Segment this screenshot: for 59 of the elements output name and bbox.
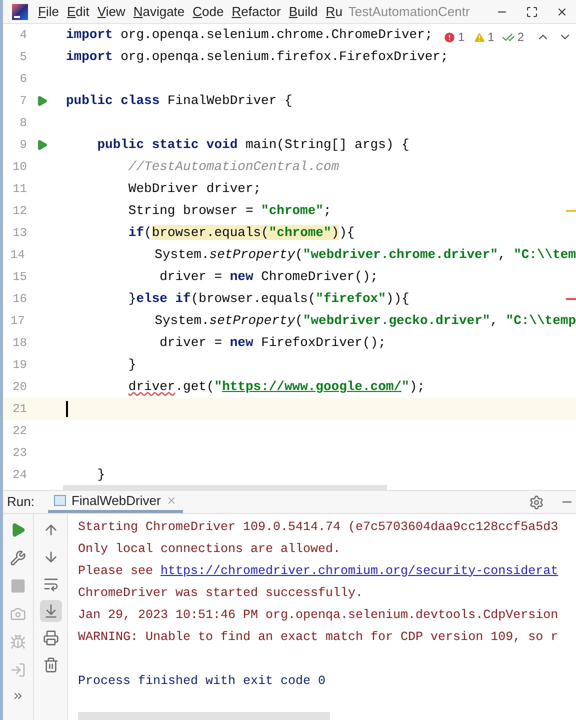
code-line: import org.openqa.selenium.chrome.ChromeDriver; (66, 26, 433, 44)
code-line: } (96, 466, 106, 484)
code-line: driver = new FirefoxDriver(); (158, 334, 386, 352)
menu-item[interactable]: Navigate (133, 2, 185, 22)
line-number: 9 (18, 137, 27, 154)
code-line: WebDriver driver; (127, 180, 262, 198)
menu-item[interactable]: Ru (326, 2, 342, 22)
console-line: Jan 29, 2023 10:51:46 PM org.openqa.selenium.devtools.CdpVersion (78, 606, 560, 624)
code-line: driver.get("https://www.google.com/"); (127, 378, 425, 396)
console-line: WARNING: Unable to find an exact match for CDP version 109, so r (78, 628, 560, 646)
console-line: Please see https://chromedriver.chromium.org/security-considerat (78, 560, 576, 582)
console-link[interactable]: https://chromedriver.chromium.org/security-considerat (160, 562, 558, 580)
window-title: TestAutomationCentr (348, 2, 470, 21)
menu-item[interactable]: View (97, 2, 126, 22)
line-number: 7 (18, 93, 27, 110)
code-line: if(browser.equals("chrome")){ (127, 224, 355, 242)
console-line: Process finished with exit code 0 (78, 672, 327, 690)
inspection-count: 1 (458, 29, 465, 46)
line-number: 10 (12, 159, 27, 176)
menu-item[interactable]: Edit (66, 2, 90, 22)
console-line: ChromeDriver was started successfully. (78, 584, 364, 602)
console-line: Starting ChromeDriver 109.0.5414.74 (e7c5703604daa9cc128ccf5a5d3 (78, 518, 560, 536)
line-number: 20 (12, 379, 27, 396)
line-number: 22 (12, 423, 27, 440)
menu-item[interactable]: File (38, 2, 59, 22)
line-number: 14 (9, 247, 25, 264)
line-number: 23 (12, 445, 27, 462)
code-line: } (127, 356, 136, 374)
code-line: //TestAutomationCentral.com (127, 158, 340, 176)
line-number: 19 (12, 357, 27, 374)
line-number: 13 (12, 225, 27, 242)
code-line: System.setProperty("webdriver.chrome.driver", "C:\\tem (154, 246, 576, 264)
code-line: driver = new ChromeDriver(); (158, 268, 378, 286)
line-number: 8 (18, 115, 27, 132)
line-number: 21 (12, 401, 27, 418)
line-number: 15 (12, 269, 27, 286)
line-number: 17 (9, 313, 25, 330)
line-number: 16 (12, 291, 27, 308)
inspection-count: 1 (488, 29, 494, 46)
line-number: 24 (12, 467, 27, 484)
menu-item[interactable]: Code (192, 2, 224, 22)
inspection-count: 2 (517, 29, 524, 46)
line-number: 6 (18, 71, 27, 88)
run-tab[interactable]: FinalWebDriver (48, 491, 183, 513)
menu-item[interactable]: Refactor (232, 2, 281, 22)
line-number: 5 (18, 49, 27, 66)
code-line: String browser = "chrome"; (127, 202, 332, 220)
code-line: System.setProperty("webdriver.gecko.driver", "C:\\temp (154, 312, 576, 330)
code-line: public static void main(String[] args) { (96, 136, 410, 154)
code-line: public class FinalWebDriver { (66, 92, 292, 110)
line-number: 12 (12, 203, 27, 220)
menu-item[interactable]: Build (288, 2, 318, 22)
line-number: 18 (12, 335, 27, 352)
code-line: import org.openqa.selenium.firefox.FirefoxDriver; (66, 48, 448, 66)
line-number: 4 (18, 27, 27, 44)
run-label: Run: (7, 493, 34, 512)
code-line: }else if(browser.equals("firefox")){ (127, 290, 410, 308)
console-line: Only local connections are allowed. (78, 540, 342, 558)
line-number: 11 (12, 181, 27, 198)
